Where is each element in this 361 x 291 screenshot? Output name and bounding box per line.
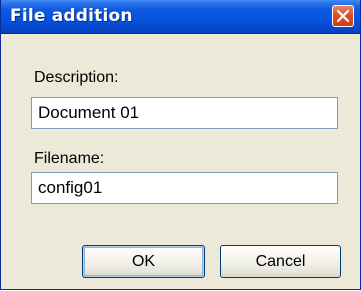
- close-button[interactable]: [332, 5, 354, 27]
- filename-input[interactable]: config01: [31, 172, 338, 204]
- description-input[interactable]: Document 01: [31, 97, 338, 129]
- close-icon: [336, 9, 350, 23]
- file-addition-dialog: File addition Description: Document 01 F…: [0, 0, 361, 290]
- title-bar[interactable]: File addition: [1, 0, 360, 34]
- cancel-button[interactable]: Cancel: [220, 245, 341, 278]
- filename-label: Filename:: [34, 150, 105, 167]
- ok-button[interactable]: OK: [82, 245, 205, 278]
- dialog-title: File addition: [10, 6, 133, 26]
- description-label: Description:: [34, 69, 119, 86]
